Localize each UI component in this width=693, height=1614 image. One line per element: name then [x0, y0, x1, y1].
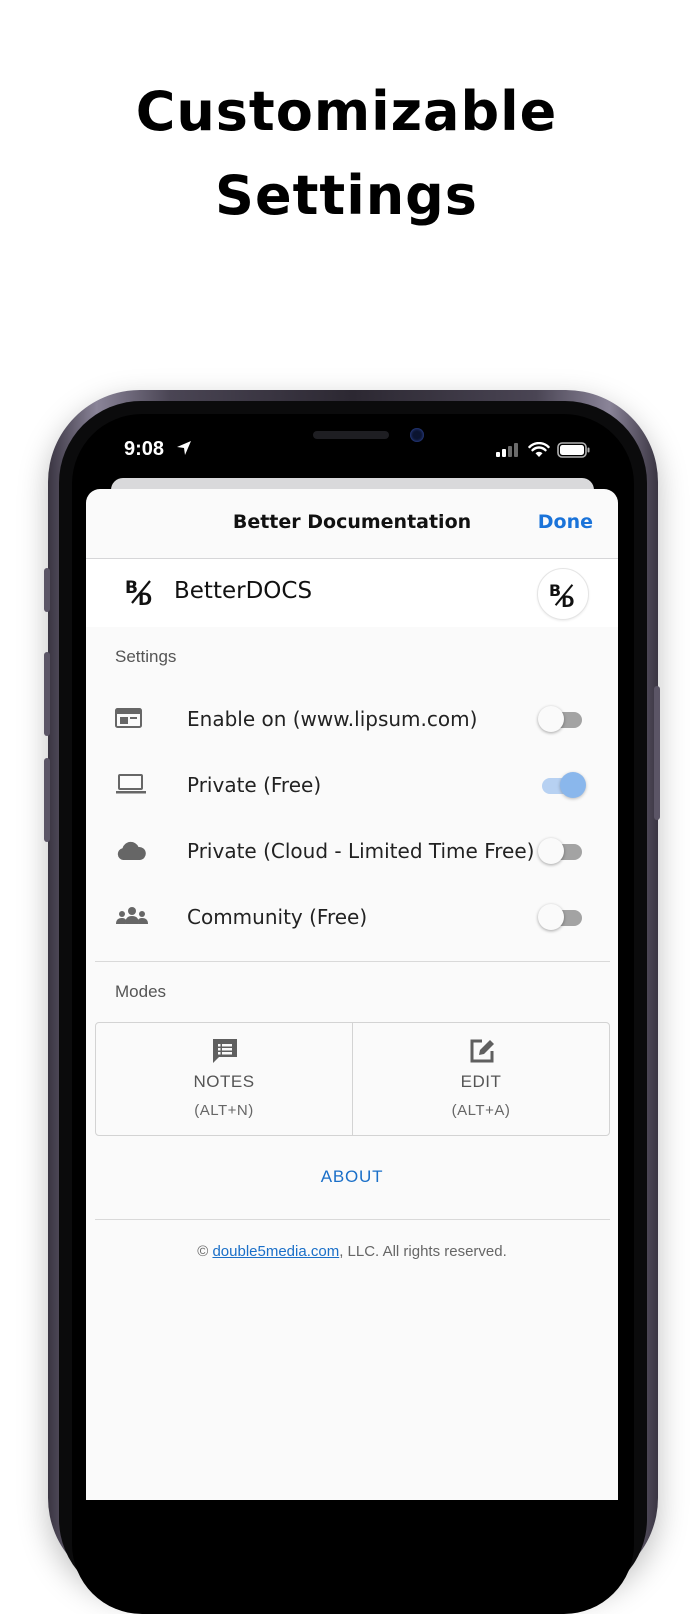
about-link[interactable]: ABOUT [86, 1167, 618, 1187]
edit-mode-button[interactable]: EDIT (ALT+A) [353, 1023, 609, 1135]
status-time: 9:08 [124, 438, 165, 460]
footer-prefix: © [197, 1243, 213, 1260]
footer-link[interactable]: double5media.com [212, 1243, 339, 1260]
svg-text:B: B [549, 581, 561, 600]
phone-camera [410, 428, 424, 442]
mode-name: EDIT [460, 1072, 502, 1091]
footer-divider [95, 1219, 610, 1220]
section-divider [95, 961, 610, 962]
brand-avatar[interactable]: B D [537, 568, 589, 620]
mode-name: NOTES [193, 1072, 255, 1091]
modes-section-label: Modes [115, 982, 167, 1001]
cloud-icon [117, 841, 146, 860]
private-cloud-toggle[interactable] [538, 838, 586, 864]
settings-sheet: Better Documentation Done B D BetterDOCS… [86, 489, 618, 1500]
laptop-icon [116, 774, 146, 794]
betterdocs-logo-icon: B D [125, 578, 152, 607]
cellular-signal-icon [496, 443, 518, 457]
footer-copyright: © double5media.com, LLC. All rights rese… [86, 1243, 618, 1260]
phone-mute-switch [44, 568, 50, 612]
settings-row-label: Private (Cloud - Limited Time Free) [187, 839, 535, 863]
browser-window-icon [115, 708, 142, 728]
brand-name: BetterDOCS [174, 578, 313, 604]
location-arrow-icon [177, 441, 191, 455]
phone-power-button [654, 686, 660, 820]
headline-line-2: Settings [215, 164, 478, 227]
wifi-icon [528, 442, 550, 457]
toggle-knob [538, 706, 564, 732]
svg-text:B: B [125, 578, 138, 598]
mode-shortcut: (ALT+A) [451, 1102, 511, 1119]
toggle-knob [538, 904, 564, 930]
edit-icon [470, 1039, 494, 1063]
mode-shortcut: (ALT+N) [194, 1102, 254, 1119]
headline-line-1: Customizable [135, 80, 558, 143]
done-button[interactable]: Done [538, 511, 593, 533]
footer-suffix: , LLC. All rights reserved. [339, 1243, 507, 1260]
phone-notch [211, 414, 495, 464]
settings-row-enable-site: Enable on (www.lipsum.com) [86, 687, 618, 751]
settings-row-label: Enable on (www.lipsum.com) [187, 707, 478, 731]
enable-site-toggle[interactable] [538, 706, 586, 732]
betterdocs-avatar-icon: B D [549, 581, 574, 609]
page-headline: Customizable Settings [0, 70, 693, 238]
settings-row-community: Community (Free) [86, 885, 618, 949]
phone-volume-down-button [44, 758, 50, 842]
battery-icon [557, 442, 590, 458]
phone-speaker [313, 431, 389, 439]
notes-mode-button[interactable]: NOTES (ALT+N) [96, 1023, 353, 1135]
modes-group: NOTES (ALT+N) EDIT (ALT+A) [95, 1022, 610, 1136]
private-free-toggle[interactable] [538, 772, 586, 798]
people-icon [116, 907, 148, 924]
toggle-knob [538, 838, 564, 864]
settings-row-label: Community (Free) [187, 905, 368, 929]
settings-row-private-cloud: Private (Cloud - Limited Time Free) [86, 819, 618, 883]
settings-row-private-free: Private (Free) [86, 753, 618, 817]
notes-icon [213, 1039, 237, 1063]
community-toggle[interactable] [538, 904, 586, 930]
toggle-knob [560, 772, 586, 798]
settings-section-label: Settings [115, 647, 177, 666]
phone-volume-up-button [44, 652, 50, 736]
settings-row-label: Private (Free) [187, 773, 322, 797]
brand-header: B D BetterDOCS B D [86, 559, 618, 627]
